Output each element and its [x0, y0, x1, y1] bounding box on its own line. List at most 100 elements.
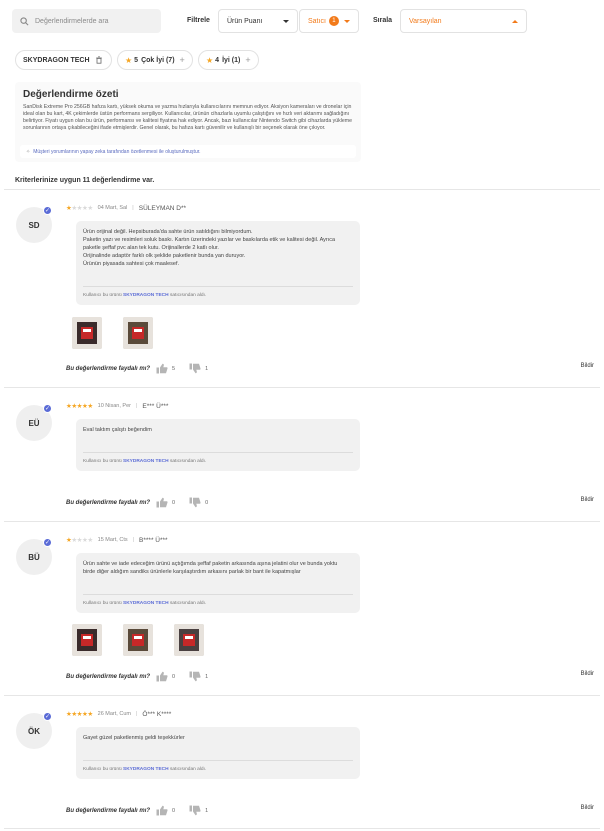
thumbs-down-icon[interactable]: [189, 497, 201, 508]
report-link[interactable]: Bildir: [581, 497, 594, 503]
seller-prefix: Kullanıcı bu ürünü: [83, 767, 122, 772]
helpful-question: Bu değerlendirme faydalı mı?: [66, 673, 151, 680]
search-input[interactable]: Değerlendirmelerde ara: [12, 9, 161, 33]
review-author: SÜLEYMAN D**: [138, 204, 187, 212]
search-placeholder: Değerlendirmelerde ara: [35, 17, 109, 25]
seller-info: Kullanıcı bu ürünü SKYDRAGON TECH satıcı…: [83, 601, 206, 606]
likes-count: 5: [172, 365, 176, 372]
seller-suffix: satıcısından aldı.: [169, 601, 207, 606]
review-text-line: birde diğer aldığım sandiks ürünlerle ka…: [83, 569, 301, 575]
seller-info: Kullanıcı bu ürünü SKYDRAGON TECH satıcı…: [83, 293, 206, 298]
review-meta: ★ ★ ★ ★ ★ 26 Mart, Cum | Ö*** K****: [66, 710, 172, 719]
review-photo[interactable]: [72, 317, 102, 349]
review-comment: Ürün sahte ve iade edeceğim ürünü açtığı…: [76, 553, 360, 613]
avatar-initials: SD: [28, 220, 40, 230]
seller-select-value: Satıcı: [308, 17, 326, 25]
review-card: EÜ ✓ ★ ★ ★ ★ ★ 10 Nisan, Per | E*** Ü*** Eva…: [4, 387, 600, 521]
review-meta: ★ ★ ★ ★ ★ 04 Mart, Sal | SÜLEYMAN D**: [66, 204, 187, 213]
review-photo[interactable]: [123, 317, 153, 349]
rating-stars: ★ ★ ★ ★ ★: [66, 204, 93, 212]
separator: |: [132, 537, 135, 543]
thumbs-down-icon[interactable]: [189, 671, 201, 682]
thumbs-down-icon[interactable]: [189, 805, 201, 816]
helpful-row: Bu değerlendirme faydalı mı? 5 1: [66, 363, 222, 374]
seller-suffix: satıcısından aldı.: [169, 459, 207, 464]
review-date: 26 Mart, Cum: [97, 711, 131, 717]
seller-link[interactable]: SKYDRAGON TECH: [123, 601, 169, 606]
rating-select[interactable]: Ürün Puanı: [218, 9, 298, 33]
review-meta: ★ ★ ★ ★ ★ 10 Nisan, Per | E*** Ü***: [66, 402, 169, 411]
verified-check-icon: ✓: [43, 404, 52, 413]
chip-rating-4[interactable]: ★ 4 İyi (1) +: [198, 50, 259, 70]
seller-link[interactable]: SKYDRAGON TECH: [123, 459, 169, 464]
seller-select[interactable]: Satıcı 1: [299, 9, 359, 33]
review-date: 04 Mart, Sal: [97, 205, 128, 211]
helpful-row: Bu değerlendirme faydalı mı? 0 1: [66, 671, 222, 682]
search-icon: [20, 16, 29, 25]
ai-summary-note-text: Müşteri yorumlarının yapay zeka tarafınd…: [33, 148, 201, 155]
chip-label: SKYDRAGON TECH: [23, 56, 90, 64]
review-photo[interactable]: [72, 624, 102, 656]
thumbs-up-icon[interactable]: [156, 497, 168, 508]
chip-rating-5[interactable]: ★ 5 Çok İyi (7) +: [117, 50, 193, 70]
review-meta: ★ ★ ★ ★ ★ 15 Mart, Cts | B**** Ü***: [66, 536, 168, 545]
chip-star-value: 4: [215, 56, 220, 64]
avatar: EÜ ✓: [16, 404, 52, 441]
plus-icon[interactable]: +: [245, 55, 250, 65]
review-card: BÜ ✓ ★ ★ ★ ★ ★ 15 Mart, Cts | B**** Ü*** Ürü…: [4, 521, 600, 695]
dislikes-count: 1: [205, 807, 209, 814]
divider: [83, 286, 353, 287]
likes-count: 0: [172, 673, 176, 680]
review-text-line: Ürünün piyasada sahtesi çok maalesef.: [83, 261, 179, 267]
review-text-line: Gayet güzel paketlenmiş geldi teşekkürle…: [83, 735, 185, 741]
filter-label: Filtrele: [187, 17, 210, 24]
sort-select-value: Varsayılan: [409, 17, 442, 25]
thumbs-up-icon[interactable]: [156, 805, 168, 816]
review-summary: Değerlendirme özeti SanDisk Extreme Pro …: [15, 82, 361, 162]
review-author: Ö*** K****: [142, 710, 172, 718]
divider: [83, 452, 353, 453]
rating-stars: ★ ★ ★ ★ ★: [66, 536, 93, 544]
avatar-initials: BÜ: [28, 552, 40, 562]
seller-prefix: Kullanıcı bu ürünü: [83, 293, 122, 298]
review-text-line: Orijinalinde adaptör farklı olk şeklide …: [83, 253, 246, 259]
verified-check-icon: ✓: [43, 206, 52, 215]
separator: |: [135, 711, 138, 717]
sort-select[interactable]: Varsayılan: [400, 9, 527, 33]
report-link[interactable]: Bildir: [581, 671, 594, 677]
chip-seller[interactable]: SKYDRAGON TECH: [15, 50, 112, 70]
review-comment: Eval taktım çalıştı beğendim Kullanıcı b…: [76, 419, 360, 471]
verified-check-icon: ✓: [43, 538, 52, 547]
thumbs-down-icon[interactable]: [189, 363, 201, 374]
review-author: E*** Ü***: [142, 402, 169, 410]
review-photo[interactable]: [174, 624, 204, 656]
ai-summary-note: ✧ Müşteri yorumlarının yapay zeka tarafı…: [20, 145, 356, 158]
report-link[interactable]: Bildir: [581, 805, 594, 811]
divider: [83, 760, 353, 761]
chip-star-value: 5: [134, 56, 139, 64]
plus-icon[interactable]: +: [180, 55, 185, 65]
likes-count: 0: [172, 807, 176, 814]
divider: [83, 594, 353, 595]
separator: |: [135, 403, 138, 409]
chip-label: İyi (1): [222, 56, 241, 64]
dislikes-count: 1: [205, 365, 209, 372]
review-photo[interactable]: [123, 624, 153, 656]
seller-link[interactable]: SKYDRAGON TECH: [123, 767, 169, 772]
seller-link[interactable]: SKYDRAGON TECH: [123, 293, 169, 298]
summary-text: SanDisk Extreme Pro 256GB hafıza kartı, …: [23, 104, 352, 131]
thumbs-up-icon[interactable]: [156, 363, 168, 374]
filter-bar: Değerlendirmelerde ara Filtrele Ürün Pua…: [0, 0, 604, 44]
seller-prefix: Kullanıcı bu ürünü: [83, 459, 122, 464]
report-link[interactable]: Bildir: [581, 363, 594, 369]
review-text-line: Eval taktım çalıştı beğendim: [83, 427, 152, 433]
avatar: ÖK ✓: [16, 712, 52, 749]
likes-count: 0: [172, 499, 176, 506]
seller-prefix: Kullanıcı bu ürünü: [83, 601, 122, 606]
verified-check-icon: ✓: [43, 712, 52, 721]
review-text-line: Paketin yazı ve resimleri soluk baskı. K…: [83, 237, 336, 243]
seller-suffix: satıcısından aldı.: [169, 767, 207, 772]
avatar: SD ✓: [16, 206, 52, 243]
trash-icon[interactable]: [95, 56, 103, 64]
thumbs-up-icon[interactable]: [156, 671, 168, 682]
